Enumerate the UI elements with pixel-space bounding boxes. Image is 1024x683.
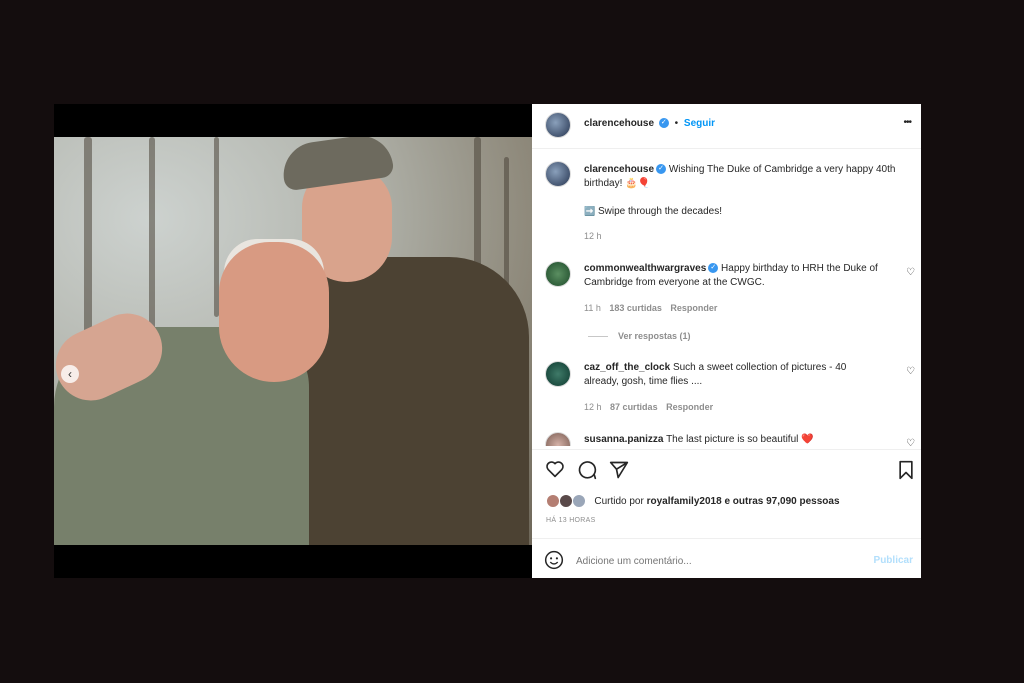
comment-like-icon[interactable]: ♡ <box>906 438 915 446</box>
caption-avatar[interactable] <box>545 161 571 187</box>
post-side-panel: clarencehouse ✓ • Seguir ••• clarencehou… <box>532 104 921 578</box>
carousel-prev-button[interactable]: ‹ <box>61 365 79 383</box>
caption-line2: ➡️ Swipe through the decades! <box>584 206 722 217</box>
comment-input[interactable] <box>576 552 846 570</box>
comment-avatar[interactable] <box>545 261 571 287</box>
separator-dot: • <box>674 118 679 129</box>
comment-like-icon[interactable]: ♡ <box>906 366 915 377</box>
liked-by: Curtido por royalfamily2018 e outras 97,… <box>546 494 840 508</box>
more-options-icon[interactable]: ••• <box>903 117 911 128</box>
liker-avatar[interactable] <box>546 494 560 508</box>
comment-meta: 11 h 183 curtidas Responder <box>584 303 717 313</box>
avatar[interactable] <box>545 261 571 287</box>
post-timestamp[interactable]: HÁ 13 HORAS <box>546 517 596 524</box>
likes-others[interactable]: e outras 97,090 pessoas <box>724 496 839 507</box>
header-username[interactable]: clarencehouse <box>584 118 654 129</box>
comment-username[interactable]: commonwealthwargraves <box>584 263 706 274</box>
divider <box>532 449 921 450</box>
comment-time: 12 h <box>584 402 602 412</box>
post-header-avatar[interactable] <box>545 112 571 138</box>
verified-badge-icon: ✓ <box>656 164 667 175</box>
caption: clarencehouse ✓ Wishing The Duke of Cambr… <box>584 163 904 191</box>
arrow-right-icon: ➡️ <box>584 206 596 216</box>
comment-meta: 12 h 87 curtidas Responder <box>584 402 713 412</box>
person-left-face <box>219 242 329 382</box>
comment-avatar[interactable] <box>545 432 571 446</box>
comment-avatar[interactable] <box>545 361 571 387</box>
liker-username[interactable]: royalfamily2018 <box>647 496 722 507</box>
post-media-panel: ‹ <box>54 104 532 578</box>
liker-avatar[interactable] <box>571 494 586 508</box>
post-header: clarencehouse ✓ • Seguir <box>584 118 715 129</box>
view-replies-button[interactable]: Ver respostas (1) <box>588 331 691 341</box>
post-photo[interactable]: ‹ <box>54 137 532 545</box>
send-icon[interactable] <box>609 460 629 483</box>
publish-button[interactable]: Publicar <box>874 555 913 566</box>
avatar[interactable] <box>545 361 571 387</box>
avatar[interactable] <box>545 432 571 446</box>
comment-time: 11 h <box>584 303 601 313</box>
comment-body: caz_off_the_clock Such a sweet collectio… <box>584 361 874 389</box>
likes-prefix: Curtido por <box>594 495 644 507</box>
follow-button[interactable]: Seguir <box>684 118 715 129</box>
comment-body: commonwealthwargraves ✓ Happy birthday to… <box>584 262 894 290</box>
comment-like-icon[interactable]: ♡ <box>906 267 915 278</box>
bookmark-icon[interactable] <box>897 460 915 483</box>
caption-username[interactable]: clarencehouse <box>584 164 654 175</box>
comment-likes[interactable]: 87 curtidas <box>610 402 658 412</box>
caption-time: 12 h <box>584 231 602 241</box>
comment-text: The last picture is so beautiful ❤️ <box>666 434 814 445</box>
avatar[interactable] <box>545 161 571 187</box>
comment-body: susanna.panizza The last picture is so b… <box>584 434 884 445</box>
reply-button[interactable]: Responder <box>666 402 713 412</box>
heart-icon[interactable] <box>545 460 565 481</box>
liker-avatar[interactable] <box>558 494 573 508</box>
reply-button[interactable]: Responder <box>670 303 717 313</box>
avatar[interactable] <box>545 112 571 138</box>
comment-username[interactable]: susanna.panizza <box>584 434 663 445</box>
verified-badge-icon: ✓ <box>658 118 669 129</box>
caption-line2-text: Swipe through the decades! <box>598 206 722 217</box>
comment-icon[interactable] <box>577 460 597 483</box>
view-replies-label: Ver respostas (1) <box>618 331 691 341</box>
verified-badge-icon: ✓ <box>708 263 719 274</box>
divider <box>532 538 921 539</box>
comment-username[interactable]: caz_off_the_clock <box>584 362 670 373</box>
divider <box>532 148 921 149</box>
emoji-icon[interactable] <box>544 550 564 573</box>
comment-likes[interactable]: 183 curtidas <box>609 303 662 313</box>
